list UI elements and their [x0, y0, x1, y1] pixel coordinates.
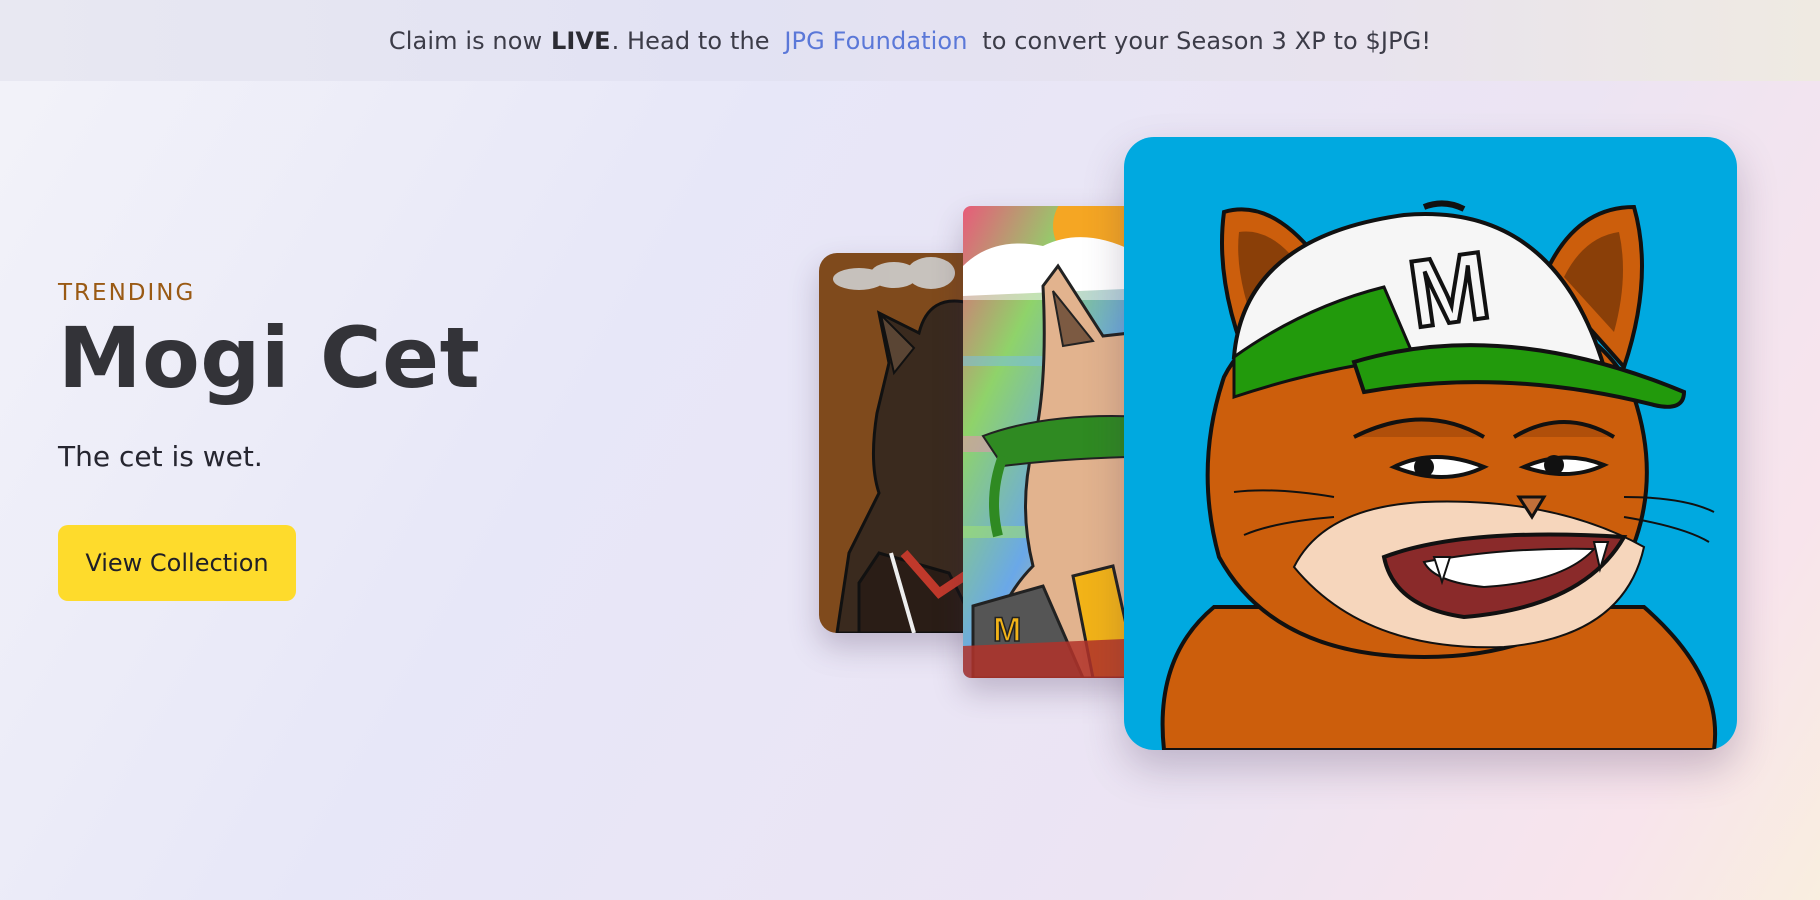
collection-description: The cet is wet. — [58, 440, 263, 473]
svg-text:M: M — [993, 611, 1021, 649]
jpg-foundation-link[interactable]: JPG Foundation — [784, 27, 967, 55]
announcement-suffix: to convert your Season 3 XP to $JPG! — [974, 26, 1432, 55]
announcement-middle: . Head to the — [611, 26, 778, 55]
trending-label: TRENDING — [58, 280, 196, 306]
view-collection-button[interactable]: View Collection — [58, 525, 296, 601]
announcement-prefix: Claim is now — [388, 26, 550, 55]
announcement-highlight: LIVE — [550, 26, 611, 55]
announcement-bar: Claim is now LIVE. Head to the JPG Found… — [0, 0, 1820, 81]
mogi-cet-image: M — [1124, 137, 1737, 750]
hero-section: TRENDING Mogi Cet The cet is wet. View C… — [58, 280, 480, 601]
collection-title: Mogi Cet — [58, 309, 481, 407]
nft-card-mogi-cet[interactable]: M — [1124, 137, 1737, 750]
svg-text:M: M — [1402, 232, 1496, 349]
